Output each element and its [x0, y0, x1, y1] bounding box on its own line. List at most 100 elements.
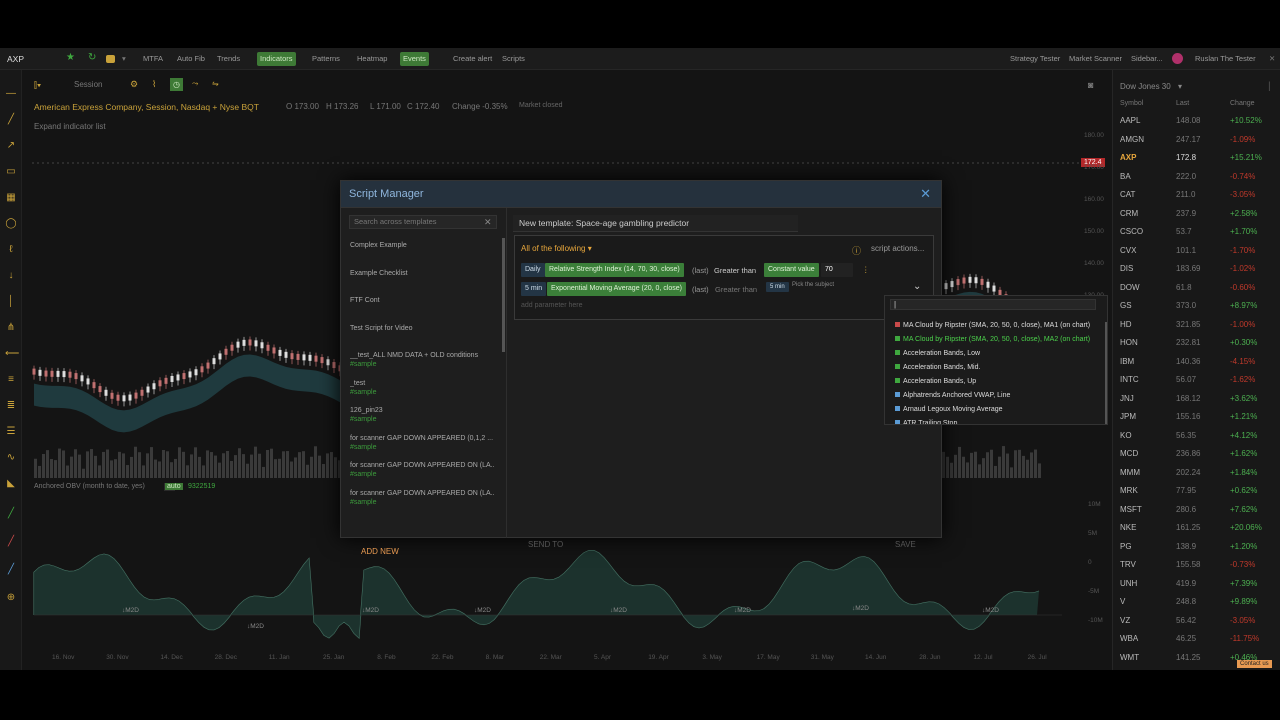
save-button[interactable]: SAVE — [895, 540, 916, 549]
watchlist-row[interactable]: AMGN 247.17 -1.09% — [1113, 132, 1280, 150]
operator-label[interactable]: Greater than — [715, 285, 757, 294]
close-icon[interactable]: ✕ — [1266, 52, 1278, 66]
timeframe-pill[interactable]: 5 min — [766, 282, 789, 292]
vertical-line-icon[interactable]: │ — [5, 296, 17, 308]
watchlist-row[interactable]: CVX 101.1 -1.70% — [1113, 243, 1280, 261]
script-actions-button[interactable]: script actions... — [871, 244, 924, 253]
send-to-button[interactable]: SEND TO — [528, 540, 563, 549]
value-type-pill[interactable]: Constant value — [764, 263, 819, 277]
col-symbol[interactable]: Symbol — [1120, 100, 1143, 107]
match-mode-select[interactable]: All of the following ▾ — [521, 244, 592, 253]
watchlist-row[interactable]: DOW 61.8 -0.60% — [1113, 280, 1280, 298]
add-new-button[interactable]: ADD NEW — [361, 547, 399, 556]
watchlist-row[interactable]: INTC 56.07 -1.62% — [1113, 372, 1280, 390]
create-icon[interactable]: ⊕ — [5, 592, 17, 604]
pitchfork-icon[interactable]: ⋔ — [5, 322, 17, 334]
help-icon[interactable]: ⓘ — [852, 244, 861, 257]
scrollbar[interactable] — [502, 238, 505, 352]
watchlist-row[interactable]: HD 321.85 -1.00% — [1113, 317, 1280, 335]
dropdown-search-input[interactable]: | — [890, 299, 1096, 310]
arrow-down-icon[interactable]: ↓ — [5, 270, 17, 282]
dropdown-option[interactable]: Acceleration Bands, Low — [895, 350, 980, 357]
add-parameter-link[interactable]: add parameter here — [521, 302, 582, 309]
settings-icon[interactable]: ⚙ — [130, 79, 138, 90]
watchlist-row[interactable]: JPM 155.16 +1.21% — [1113, 409, 1280, 427]
watchlist-row[interactable]: PG 138.9 +1.20% — [1113, 539, 1280, 557]
watchlist-row[interactable]: IBM 140.36 -4.15% — [1113, 354, 1280, 372]
avatar[interactable] — [1172, 53, 1183, 64]
watchlist-row[interactable]: CRM 237.9 +2.58% — [1113, 206, 1280, 224]
crosshair-icon[interactable]: — — [5, 88, 17, 100]
watchlist-title[interactable]: Dow Jones 30 — [1120, 82, 1171, 91]
template-list-item[interactable]: Test Script for Video — [350, 324, 495, 333]
watchlist-row[interactable]: KO 56.35 +4.12% — [1113, 428, 1280, 446]
timeframe-pill[interactable]: 5 min — [521, 282, 546, 296]
last-label[interactable]: (last) — [692, 266, 709, 275]
dropdown-option[interactable]: ATR Trailing Stop — [895, 420, 957, 425]
watchlist-row[interactable]: UNH 419.9 +7.39% — [1113, 576, 1280, 594]
abcd-icon[interactable]: ╱ — [5, 564, 17, 576]
template-list-item[interactable]: FTF Cont — [350, 296, 495, 305]
template-list-item[interactable]: for scanner GAP DOWN APPEARED ON (LA... #… — [350, 461, 495, 479]
dropdown-option[interactable]: Arnaud Legoux Moving Average — [895, 406, 1003, 413]
expand-indicator-list-link[interactable]: Expand indicator list — [34, 122, 106, 131]
indicator-pill[interactable]: Relative Strength Index (14, 70, 30, clo… — [545, 263, 684, 277]
template-list-item[interactable]: 126_pin23 #sample — [350, 406, 495, 424]
template-list-item[interactable]: Example Checklist — [350, 269, 495, 278]
color-swatch-icon[interactable] — [106, 55, 115, 63]
sidebar-button[interactable]: Sidebar... — [1128, 52, 1166, 66]
fib-icon[interactable]: ℓ — [5, 244, 17, 256]
indicator-pill[interactable]: Exponential Moving Average (20, 0, close… — [547, 282, 686, 296]
template-list-item[interactable]: _test #sample — [350, 379, 495, 397]
patterns-button[interactable]: Patterns — [309, 52, 343, 66]
operator-label[interactable]: Greater than — [714, 266, 756, 275]
watchlist-row[interactable]: DIS 183.69 -1.02% — [1113, 261, 1280, 279]
resist-icon[interactable]: ╱ — [5, 536, 17, 548]
subject-input[interactable]: Pick the subject — [792, 282, 834, 288]
scripts-button[interactable]: Scripts — [499, 52, 528, 66]
template-list-item[interactable]: for scanner GAP DOWN APPEARED ON (LA... #… — [350, 489, 495, 507]
strategy-tester-button[interactable]: Strategy Tester — [1007, 52, 1063, 66]
brush-icon[interactable]: ▦ — [5, 192, 17, 204]
timeframe-pill[interactable]: Daily — [521, 263, 545, 277]
watchlist-row[interactable]: V 248.8 +9.89% — [1113, 594, 1280, 612]
watchlist-row[interactable]: GS 373.0 +8.97% — [1113, 298, 1280, 316]
compare-icon[interactable]: ⤳ — [192, 79, 198, 89]
watchlist-row[interactable]: CAT 211.0 -3.05% — [1113, 187, 1280, 205]
template-name-input[interactable]: New template: Space-age gambling predict… — [513, 215, 798, 232]
dropdown-option[interactable]: Acceleration Bands, Mid. — [895, 364, 980, 371]
contact-us-button[interactable]: Contact us — [1237, 660, 1272, 668]
mtfa-button[interactable]: MTFA — [140, 52, 166, 66]
session-select[interactable]: Session — [74, 80, 102, 89]
watchlist-row[interactable]: MSFT 280.6 +7.62% — [1113, 502, 1280, 520]
wave-icon[interactable]: ∿ — [5, 452, 17, 464]
trends-button[interactable]: Trends — [214, 52, 243, 66]
clock-icon[interactable]: ◷ — [170, 78, 183, 91]
channel-icon[interactable]: ≣ — [5, 400, 17, 412]
col-change[interactable]: Change — [1230, 100, 1255, 107]
watchlist-row[interactable]: HON 232.81 +0.30% — [1113, 335, 1280, 353]
watchlist-row[interactable]: JNJ 168.12 +3.62% — [1113, 391, 1280, 409]
watchlist-row[interactable]: MRK 77.95 +0.62% — [1113, 483, 1280, 501]
template-list-item[interactable]: for scanner GAP DOWN APPEARED (0,1,2 ...… — [350, 434, 495, 452]
indicator-icon[interactable]: ⌇ — [152, 79, 156, 90]
col-last[interactable]: Last — [1176, 100, 1189, 107]
rectangle-icon[interactable]: ▭ — [5, 166, 17, 178]
events-button[interactable]: Events — [400, 52, 429, 66]
user-name[interactable]: Ruslan The Tester — [1192, 52, 1259, 66]
symbol-input[interactable]: AXP — [4, 52, 27, 66]
star-icon[interactable]: ★ — [63, 51, 78, 65]
chevron-down-icon[interactable]: ⌄ — [913, 281, 921, 292]
scrollbar[interactable]: ▏ — [1269, 82, 1275, 91]
support-icon[interactable]: ╱ — [5, 508, 17, 520]
indicators-button[interactable]: Indicators — [257, 52, 296, 66]
last-label[interactable]: (last) — [692, 285, 709, 294]
market-scanner-button[interactable]: Market Scanner — [1066, 52, 1125, 66]
watchlist-row[interactable]: VZ 56.42 -3.05% — [1113, 613, 1280, 631]
fib-levels-icon[interactable]: ≡ — [5, 374, 17, 386]
watchlist-row[interactable]: NKE 161.25 +20.06% — [1113, 520, 1280, 538]
search-input[interactable]: Search across templates — [349, 215, 497, 229]
dropdown-option[interactable]: Acceleration Bands, Up — [895, 378, 976, 385]
replay-icon[interactable]: ⇋ — [212, 79, 219, 88]
create-alert-button[interactable]: Create alert — [450, 52, 495, 66]
